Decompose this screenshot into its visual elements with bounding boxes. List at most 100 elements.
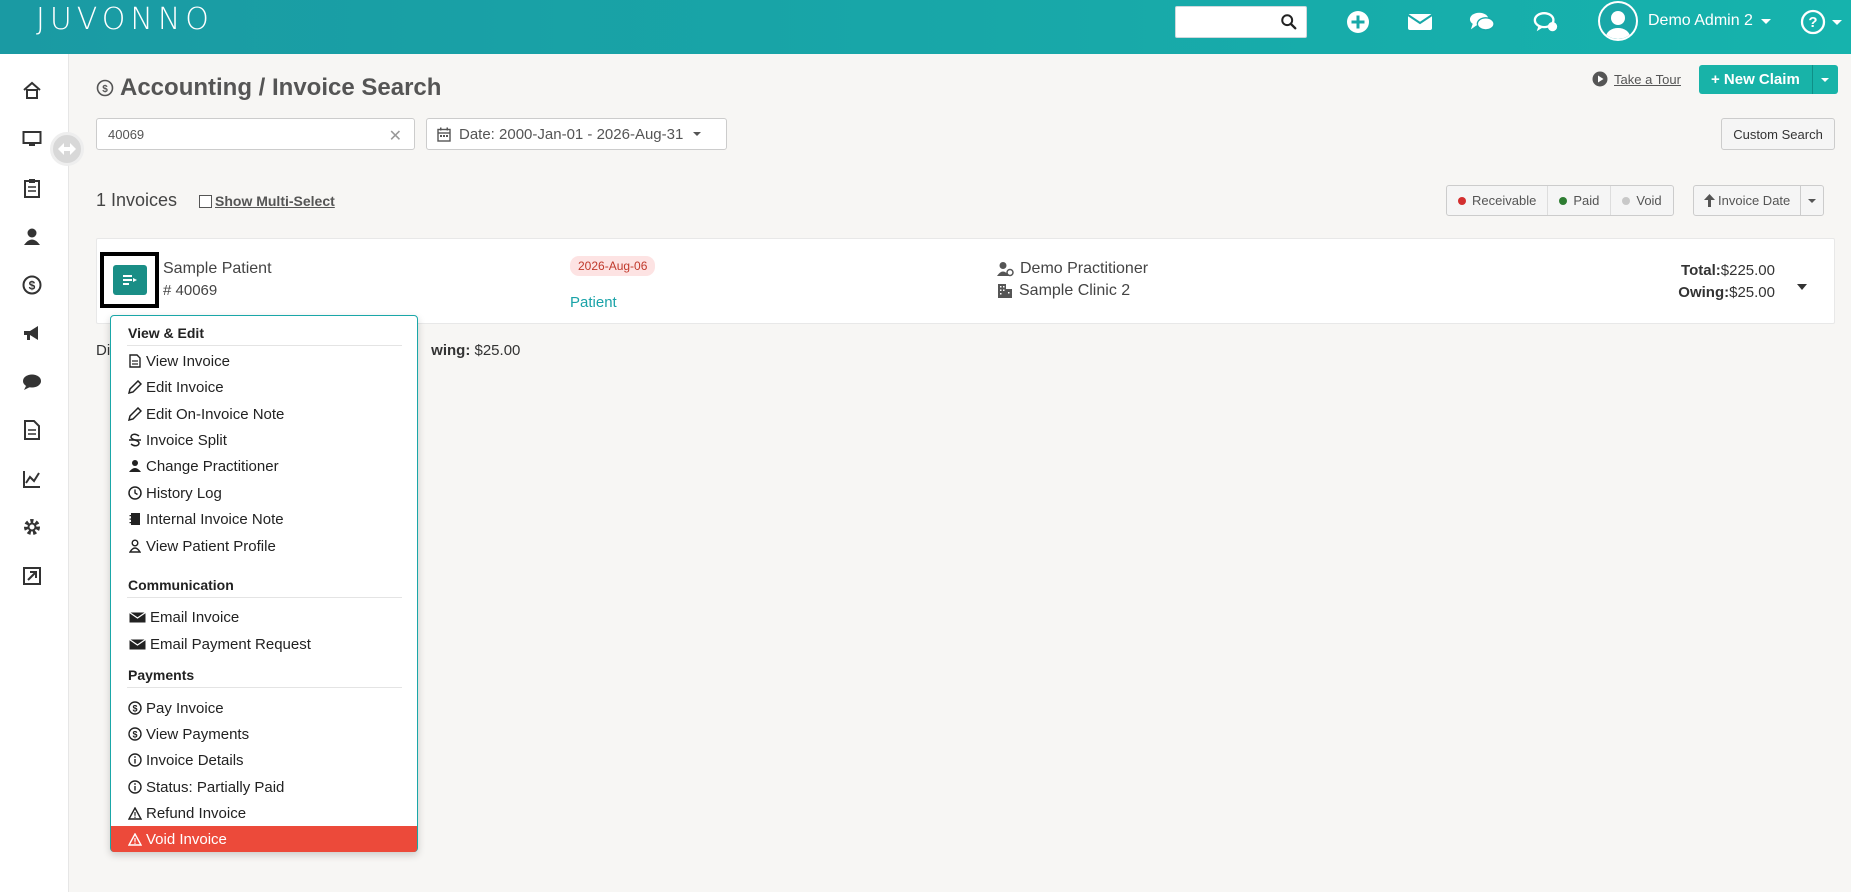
invoice-actions-button[interactable] <box>113 265 147 295</box>
menu-item-label: Void Invoice <box>146 830 227 848</box>
invoice-search-field[interactable]: ✕ <box>96 118 415 150</box>
date-range-label: Date: 2000-Jan-01 - 2026-Aug-31 <box>459 125 684 143</box>
practitioner-name: Demo Practitioner <box>1020 260 1149 277</box>
clear-search-icon[interactable]: ✕ <box>389 126 402 146</box>
desktop-icon[interactable] <box>20 127 44 151</box>
date-range-filter[interactable]: Date: 2000-Jan-01 - 2026-Aug-31 <box>426 118 727 150</box>
megaphone-icon[interactable] <box>20 321 44 345</box>
chevron-down-icon <box>1808 198 1817 203</box>
app-logo[interactable]: JUVONNO <box>36 2 214 37</box>
envelope-icon <box>128 637 146 651</box>
menu-item-label: Pay Invoice <box>146 699 224 717</box>
page-title-text: Accounting / Invoice Search <box>120 74 442 101</box>
dollar-circle-icon: $ <box>128 727 142 741</box>
arrow-up-icon <box>1704 194 1715 207</box>
support-chat-icon[interactable] <box>1533 9 1559 35</box>
user-name: Demo Admin 2 <box>1648 12 1753 29</box>
info-circle-icon <box>128 753 142 767</box>
show-multi-select-toggle[interactable]: Show Multi-Select <box>199 193 335 209</box>
sort-dropdown-toggle[interactable] <box>1801 186 1823 215</box>
page-title: $ Accounting / Invoice Search <box>96 74 441 102</box>
checkbox-icon[interactable] <box>199 194 212 208</box>
new-claim-dropdown-toggle[interactable] <box>1811 65 1838 94</box>
menu-section-heading: Communication <box>128 577 234 593</box>
settings-gear-icon[interactable] <box>20 515 44 539</box>
chevron-down-icon <box>1797 284 1807 290</box>
status-dot-icon <box>1559 196 1568 205</box>
svg-text:$: $ <box>29 279 36 293</box>
menu-item-email-invoice[interactable]: Email Invoice <box>111 604 417 630</box>
summary-owing-value: $25.00 <box>474 342 521 359</box>
menu-section-heading: View & Edit <box>128 325 204 341</box>
menu-item-label: Invoice Details <box>146 751 244 769</box>
menu-item-edit-invoice[interactable]: Edit Invoice <box>111 374 417 400</box>
menu-item-view-payments[interactable]: $ View Payments <box>111 721 417 747</box>
invoice-totals: Total:$225.00 Owing:$25.00 <box>1678 260 1775 304</box>
chat-icon[interactable] <box>1469 9 1495 35</box>
user-menu[interactable]: Demo Admin 2 <box>1598 1 1771 41</box>
status-filter-paid[interactable]: Paid <box>1548 186 1612 215</box>
expand-card-toggle[interactable] <box>1796 278 1808 296</box>
dollar-circle-icon: $ <box>96 79 114 97</box>
invoice-count: 1 Invoices <box>96 190 178 210</box>
clipboard-icon[interactable] <box>20 176 44 200</box>
menu-item-email-payment-request[interactable]: Email Payment Request <box>111 631 417 657</box>
user-icon <box>128 459 142 473</box>
status-filter-receivable[interactable]: Receivable <box>1447 186 1549 215</box>
mail-icon[interactable] <box>1407 9 1433 35</box>
menu-item-view-invoice[interactable]: View Invoice <box>111 348 417 374</box>
home-icon[interactable] <box>20 78 44 102</box>
status-filter-void[interactable]: Void <box>1611 186 1672 215</box>
external-link-icon[interactable] <box>20 564 44 588</box>
menu-item-invoice-details[interactable]: Invoice Details <box>111 747 417 773</box>
menu-item-label: View Invoice <box>146 352 230 370</box>
menu-item-refund-invoice[interactable]: Refund Invoice <box>111 800 417 826</box>
new-claim-button[interactable]: + New Claim <box>1699 65 1812 94</box>
owing-value: $25.00 <box>1729 284 1775 301</box>
reports-chart-icon[interactable] <box>20 467 44 491</box>
messages-icon[interactable] <box>20 370 44 394</box>
patient-name[interactable]: Sample Patient <box>163 260 272 278</box>
take-tour-link[interactable]: Take a Tour <box>1592 71 1681 87</box>
menu-item-edit-note[interactable]: Edit On-Invoice Note <box>111 401 417 427</box>
add-circle-icon[interactable] <box>1345 9 1371 35</box>
clinic: Sample Clinic 2 <box>997 282 1130 300</box>
menu-item-invoice-split[interactable]: Invoice Split <box>111 427 417 453</box>
menu-item-status[interactable]: Status: Partially Paid <box>111 774 417 800</box>
document-icon[interactable] <box>20 418 44 442</box>
invoice-number: # 40069 <box>163 282 218 299</box>
menu-item-label: Email Payment Request <box>150 635 311 653</box>
payer-type: Patient <box>570 294 617 311</box>
summary-left: Di <box>96 342 111 359</box>
clinic-name: Sample Clinic 2 <box>1019 282 1131 299</box>
invoice-actions-menu: View & Edit View Invoice Edit Invoice Ed… <box>110 315 418 852</box>
menu-item-history-log[interactable]: History Log <box>111 480 417 506</box>
global-search[interactable] <box>1175 6 1307 38</box>
menu-item-patient-profile[interactable]: View Patient Profile <box>111 533 417 559</box>
menu-item-void-invoice[interactable]: Void Invoice <box>111 826 417 852</box>
menu-item-label: Status: Partially Paid <box>146 778 285 796</box>
strikethrough-icon <box>128 433 142 447</box>
menu-item-pay-invoice[interactable]: $ Pay Invoice <box>111 695 417 721</box>
custom-search-button[interactable]: Custom Search <box>1721 118 1835 150</box>
menu-item-change-practitioner[interactable]: Change Practitioner <box>111 453 417 479</box>
svg-text:?: ? <box>1808 14 1817 31</box>
status-label: Void <box>1636 193 1662 208</box>
billing-dollar-icon[interactable]: $ <box>20 273 44 297</box>
help-menu[interactable]: ? <box>1800 9 1842 35</box>
notebook-icon <box>128 512 142 526</box>
menu-section-heading: Payments <box>128 667 195 683</box>
practitioner: Demo Practitioner <box>997 260 1148 278</box>
search-icon[interactable] <box>1280 13 1298 31</box>
status-dot-icon <box>1622 196 1631 205</box>
sort-invoice-date-button[interactable]: Invoice Date <box>1694 186 1802 215</box>
menu-item-internal-note[interactable]: Internal Invoice Note <box>111 506 417 532</box>
invoice-search-input[interactable] <box>97 119 367 149</box>
status-filter-group: Receivable Paid Void <box>1446 185 1674 216</box>
info-circle-icon <box>128 780 142 794</box>
menu-item-label: History Log <box>146 484 222 502</box>
patients-icon[interactable] <box>20 224 44 248</box>
new-claim-button-group: + New Claim <box>1699 65 1838 94</box>
sidebar-collapse-button[interactable] <box>50 132 84 166</box>
chevron-down-icon <box>1832 19 1842 25</box>
